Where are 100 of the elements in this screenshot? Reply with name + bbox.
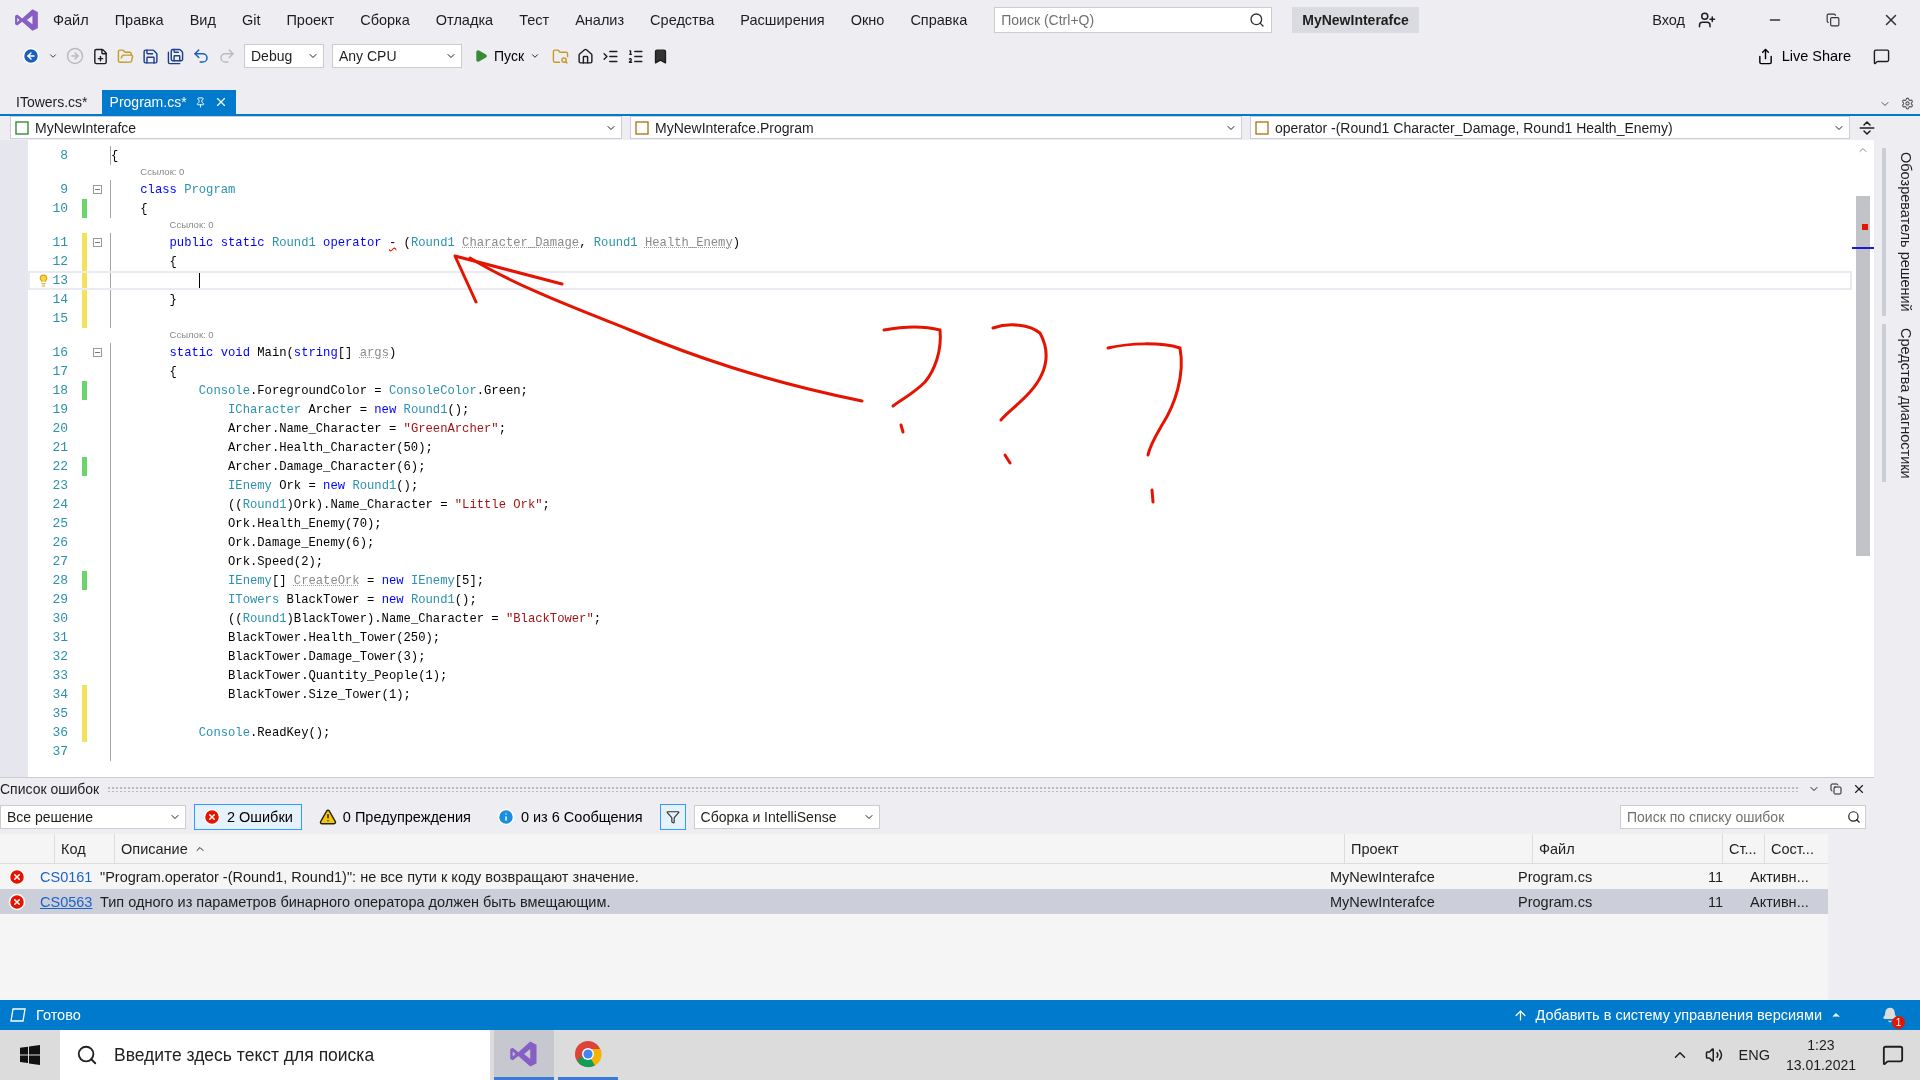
file-tab[interactable]: ITowers.cs* <box>8 90 96 114</box>
reference-count[interactable]: Ссылок: 0 <box>169 219 214 230</box>
maximize-icon[interactable] <box>1830 783 1842 795</box>
close-panel-icon[interactable] <box>1852 782 1866 796</box>
code-line: { <box>168 364 177 379</box>
menu-item[interactable]: Отладка <box>422 12 507 28</box>
source-dropdown[interactable]: Сборка и IntelliSense <box>693 805 880 829</box>
navigation-dropdown[interactable]: MyNewInterafce.Program <box>630 116 1242 139</box>
code-line: ((Round1)Ork).Name_Character = "Little Ork"; <box>227 497 550 512</box>
line-number: 34 <box>52 687 68 702</box>
user-add-icon[interactable] <box>1698 11 1716 29</box>
undo-icon[interactable] <box>192 47 210 65</box>
line-number: 14 <box>52 292 68 307</box>
error-search-field[interactable]: Поиск по списку ошибок <box>1620 805 1866 829</box>
menu-item[interactable]: Проект <box>273 12 348 28</box>
error-code-link[interactable]: CS0161 <box>34 868 94 885</box>
error-icon <box>203 808 221 826</box>
code-line: IEnemy[] CreateOrk = new IEnemy[5]; <box>227 573 485 588</box>
menu-item[interactable]: Сборка <box>347 12 423 28</box>
clock[interactable]: 1:23 13.01.2021 <box>1785 1035 1856 1075</box>
new-file-icon[interactable] <box>92 47 109 65</box>
collapse-icon[interactable] <box>93 185 102 194</box>
file-tab[interactable]: Program.cs* <box>101 90 236 114</box>
collapse-icon[interactable] <box>93 348 102 357</box>
menu-item[interactable]: Вид <box>176 12 229 28</box>
error-code-link[interactable]: CS0563 <box>34 893 94 910</box>
menu-item[interactable]: Правка <box>101 12 177 28</box>
column-header[interactable]: Проект <box>1344 833 1532 864</box>
caret-icon[interactable] <box>48 51 58 61</box>
start-button[interactable]: Пуск <box>470 48 545 64</box>
save-all-icon[interactable] <box>167 47 184 65</box>
code-line: BlackTower.Size_Tower(1); <box>227 687 411 702</box>
split-icon[interactable] <box>1858 119 1876 137</box>
action-center-icon[interactable] <box>1882 1044 1904 1066</box>
menu-item[interactable]: Файл <box>40 12 102 28</box>
menu-item[interactable]: Git <box>228 12 274 28</box>
pin-icon[interactable] <box>194 96 206 108</box>
line-number: 33 <box>52 668 68 683</box>
source-control-button[interactable]: Добавить в систему управления версиями <box>1506 1006 1848 1024</box>
scope-dropdown[interactable]: Все решение <box>0 805 186 829</box>
feedback-icon[interactable] <box>1873 47 1890 65</box>
notification-icon[interactable] <box>1882 1007 1898 1023</box>
taskbar-search-field[interactable]: Введите здесь текст для поиска <box>60 1030 490 1080</box>
platform-dropdown[interactable]: Any CPU <box>332 44 462 68</box>
code-line: Ork.Health_Enemy(70); <box>227 516 382 531</box>
filter-toggle[interactable]: 2 Ошибки <box>194 804 302 830</box>
line-number: 32 <box>52 649 68 664</box>
taskbar-app[interactable] <box>494 1030 554 1080</box>
search-field[interactable]: Поиск (Ctrl+Q) <box>994 7 1273 33</box>
code-line: Ork.Speed(2); <box>227 554 324 569</box>
navigation-dropdown[interactable]: MyNewInterafce <box>10 116 622 139</box>
menu-item[interactable]: Справка <box>897 12 981 28</box>
filter-toggle[interactable]: 0 Предупреждения <box>309 804 480 830</box>
table-cell-text: Активн... <box>1749 868 1810 885</box>
line-number: 17 <box>52 364 68 379</box>
column-header[interactable]: Файл <box>1532 833 1722 864</box>
project-icon <box>15 120 29 135</box>
line-number: 23 <box>52 478 68 493</box>
error-row[interactable]: CS0161 "Program.operator -(Round1, Round1)": не все пути к коду возвращают значение. MyNewInterafce Program.cs 11 Активн... <box>0 864 1828 889</box>
line-number: 9 <box>60 182 68 197</box>
column-header[interactable]: Код <box>54 833 114 864</box>
filter-button[interactable] <box>659 804 686 830</box>
error-icon <box>8 867 26 886</box>
sign-in-link[interactable]: Вход <box>1639 12 1698 28</box>
line-number: 26 <box>52 535 68 550</box>
status-text: Готово <box>36 1007 81 1023</box>
line-number: 16 <box>52 345 68 360</box>
settings-icon[interactable] <box>1901 97 1914 110</box>
menu-item[interactable]: Тест <box>506 12 563 28</box>
reference-count[interactable]: Ссылок: 0 <box>140 166 185 177</box>
save-icon[interactable] <box>142 47 159 65</box>
volume-icon[interactable] <box>1704 1046 1723 1064</box>
menu-item[interactable]: Анализ <box>562 12 638 28</box>
configuration-dropdown[interactable]: Debug <box>244 44 324 68</box>
column-header[interactable]: Сост... <box>1764 833 1828 864</box>
table-cell-text: MyNewInterafce <box>1329 868 1436 885</box>
menu-item[interactable]: Окно <box>837 12 898 28</box>
menu-item[interactable]: Расширения <box>727 12 838 28</box>
line-number: 12 <box>52 254 68 269</box>
search-icon <box>76 1044 98 1066</box>
language-indicator[interactable]: ENG <box>1738 1047 1770 1063</box>
column-header[interactable]: Описание <box>114 833 1344 864</box>
navigation-dropdown[interactable]: operator -(Round1 Character_Damage, Round1 Health_Enemy) <box>1250 116 1850 139</box>
line-number: 29 <box>52 592 68 607</box>
filter-toggle[interactable]: 0 из 6 Сообщения <box>487 804 652 830</box>
menu-item[interactable]: Средства <box>637 12 728 28</box>
column-header[interactable]: Ст... <box>1722 833 1764 864</box>
live-share-button[interactable]: Live Share <box>1750 46 1857 66</box>
back-icon[interactable] <box>22 47 40 65</box>
collapse-icon[interactable] <box>93 238 102 247</box>
reference-count[interactable]: Ссылок: 0 <box>169 329 214 340</box>
home-icon[interactable] <box>577 47 595 65</box>
line-number: 27 <box>52 554 68 569</box>
restore-icon[interactable] <box>1826 13 1840 27</box>
code-line: Console.ReadKey(); <box>197 725 331 740</box>
line-number: 22 <box>52 459 68 474</box>
line-number: 10 <box>52 201 68 216</box>
table-cell-text: Program.cs <box>1517 893 1594 910</box>
error-row[interactable]: CS0563 Тип одного из параметров бинарного оператора должен быть вмещающим. MyNewInterafce Program.cs 11 Активн... <box>0 889 1828 914</box>
list-icon[interactable] <box>627 47 645 65</box>
